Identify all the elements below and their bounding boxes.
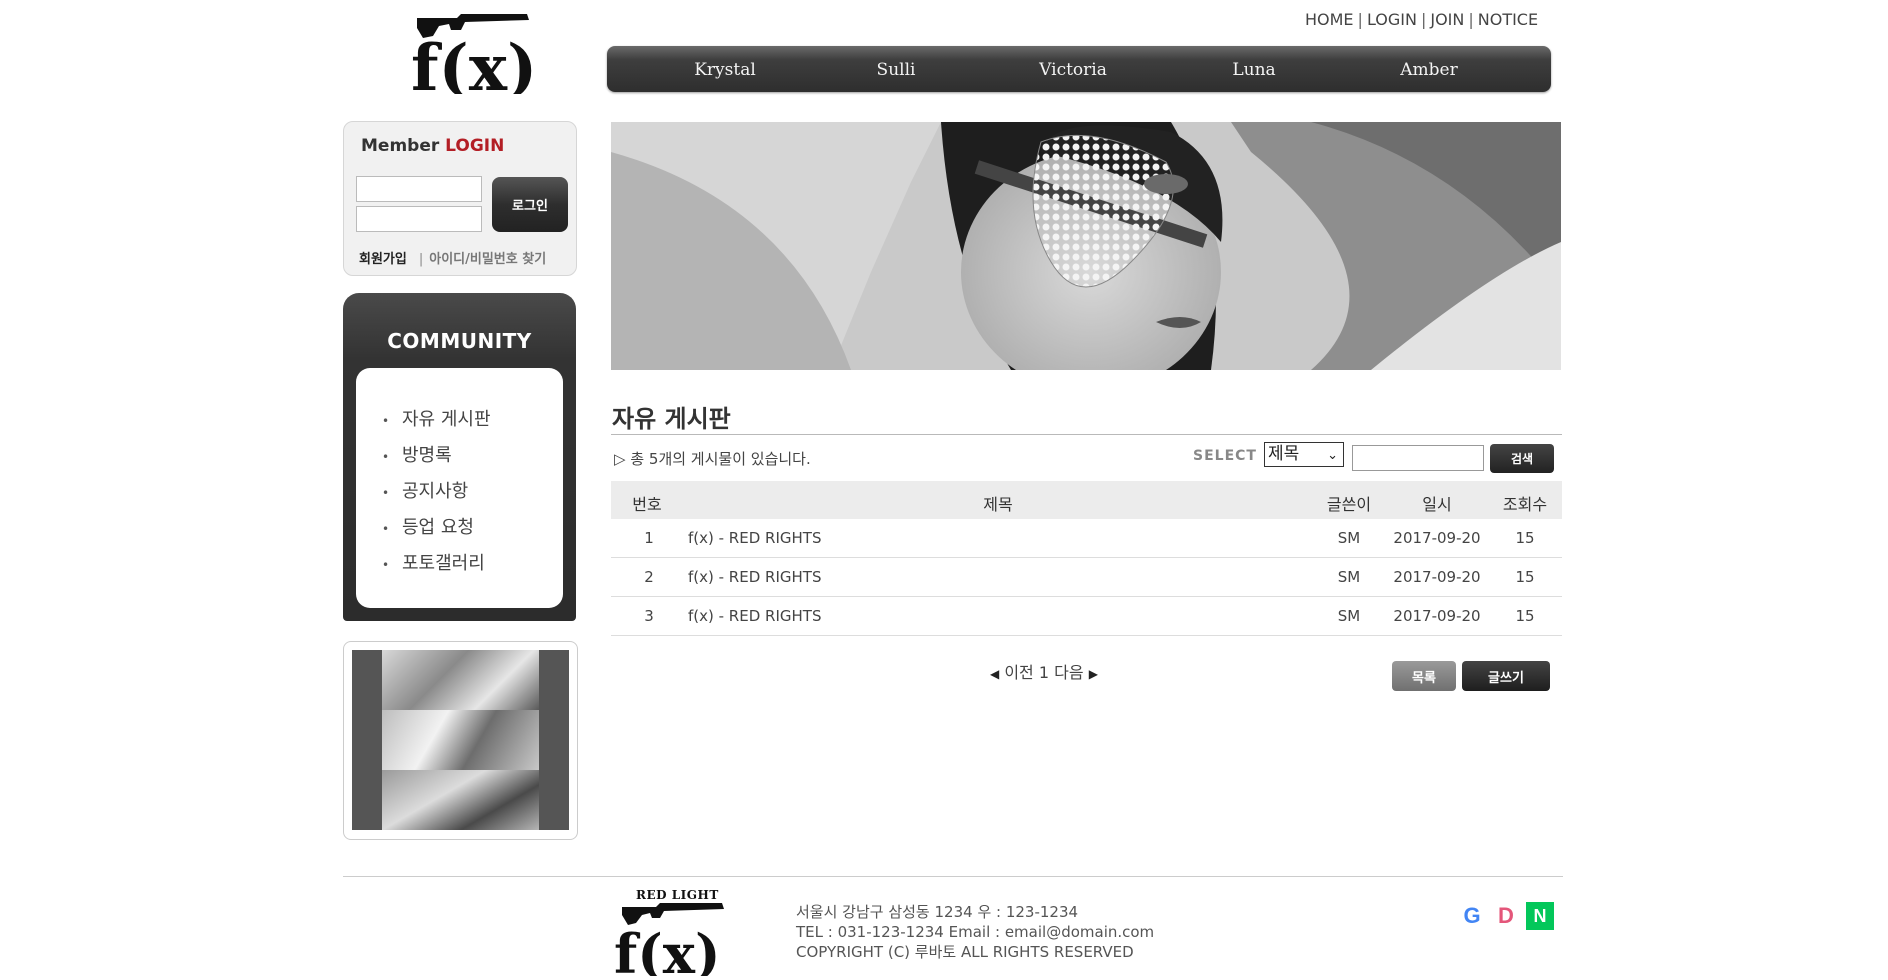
table-row[interactable]: 2 f(x) - RED RIGHTS SM 2017-09-20 15: [611, 558, 1562, 597]
login-title-accent: LOGIN: [445, 136, 505, 156]
row-views: 15: [1515, 568, 1535, 586]
table-row[interactable]: 1 f(x) - RED RIGHTS SM 2017-09-20 15: [611, 519, 1562, 558]
photo-strip-1: [382, 650, 539, 710]
col-header-views: 조회수: [1502, 495, 1548, 514]
join-link[interactable]: 회원가입: [359, 252, 407, 267]
site-logo[interactable]: f(x): [405, 8, 537, 106]
page-number-1[interactable]: 1: [1039, 663, 1049, 682]
member-login-box: Member LOGIN 로그인 회원가입 | 아이디/비밀번호 찾기: [343, 121, 577, 276]
daum-icon[interactable]: D: [1492, 902, 1520, 930]
utility-nav: HOME | LOGIN | JOIN | NOTICE: [1305, 10, 1539, 29]
next-arrow-icon[interactable]: ▶: [1089, 667, 1098, 681]
svg-text:f(x): f(x): [614, 922, 721, 976]
footer-address: 서울시 강남구 삼성동 1234 우 : 123-1234: [796, 903, 1079, 921]
community-panel: COMMUNITY • 자유 게시판 • 방명록 • 공지사항 • 등업 요청 • 포토갤…: [343, 293, 576, 621]
select-label: SELECT: [1193, 448, 1257, 464]
util-nav-notice[interactable]: NOTICE: [1478, 10, 1538, 29]
col-header-title: 제목: [983, 495, 1013, 514]
side-photo-banner[interactable]: [343, 641, 578, 840]
row-date: 2017-09-20: [1393, 529, 1481, 547]
row-date: 2017-09-20: [1393, 568, 1481, 586]
search-field-select[interactable]: 제목 ⌄: [1264, 442, 1344, 467]
nav-item-luna[interactable]: Luna: [1232, 60, 1275, 80]
svg-text:f(x): f(x): [411, 31, 535, 94]
nav-item-krystal[interactable]: Krystal: [694, 60, 756, 80]
footer-copyright: COPYRIGHT (C) 루바토 ALL RIGHTS RESERVED: [796, 943, 1134, 961]
bullet-icon: •: [382, 522, 390, 536]
login-title: Member LOGIN: [361, 136, 504, 156]
side-photo-frame: [352, 650, 569, 830]
col-header-date: 일시: [1422, 495, 1452, 514]
bullet-icon: •: [382, 414, 390, 428]
photo-strip-2: [382, 710, 539, 770]
post-count-text: ▷ 총 5개의 게시물이 있습니다.: [614, 450, 811, 468]
row-author: SM: [1337, 607, 1361, 625]
footer-contact: TEL : 031-123-1234 Email : email@domain.…: [796, 923, 1155, 941]
pagination: ◀ 이전 1 다음 ▶: [990, 659, 1098, 683]
write-button[interactable]: 글쓰기: [1462, 661, 1550, 691]
row-number: 2: [644, 568, 654, 586]
community-item-photo-gallery[interactable]: • 포토갤러리: [382, 546, 491, 582]
util-nav-join[interactable]: JOIN: [1430, 10, 1464, 29]
row-author: SM: [1337, 568, 1361, 586]
community-item-notice[interactable]: • 공지사항: [382, 474, 491, 510]
board-title: 자유 게시판: [612, 405, 731, 433]
community-item-level-request[interactable]: • 등업 요청: [382, 510, 491, 546]
list-button[interactable]: 목록: [1392, 661, 1456, 691]
row-author: SM: [1337, 529, 1361, 547]
naver-icon[interactable]: N: [1526, 902, 1554, 930]
footer-logo: RED LIGHT f(x): [612, 885, 732, 980]
community-menu: • 자유 게시판 • 방명록 • 공지사항 • 등업 요청 • 포토갤러리: [356, 368, 563, 608]
row-views: 15: [1515, 529, 1535, 547]
nav-item-victoria[interactable]: Victoria: [1039, 60, 1107, 80]
row-date: 2017-09-20: [1393, 607, 1481, 625]
bullet-icon: •: [382, 450, 390, 464]
util-nav-login[interactable]: LOGIN: [1367, 10, 1417, 29]
login-title-prefix: Member: [361, 136, 440, 156]
search-input[interactable]: [1352, 445, 1484, 471]
divider: [611, 434, 1562, 435]
password-input[interactable]: [356, 206, 482, 232]
google-icon[interactable]: G: [1458, 902, 1486, 930]
col-header-author: 글쓴이: [1326, 495, 1372, 514]
prev-page-link[interactable]: 이전: [1004, 663, 1033, 682]
col-header-number: 번호: [632, 495, 662, 514]
row-title[interactable]: f(x) - RED RIGHTS: [688, 607, 821, 625]
table-header: 번호 제목 글쓴이 일시 조회수: [611, 481, 1562, 519]
next-page-link[interactable]: 다음: [1054, 663, 1083, 682]
login-links: 회원가입 | 아이디/비밀번호 찾기: [359, 252, 547, 267]
svg-text:RED LIGHT: RED LIGHT: [636, 888, 719, 902]
community-item-free-board[interactable]: • 자유 게시판: [382, 402, 491, 438]
row-views: 15: [1515, 607, 1535, 625]
username-input[interactable]: [356, 176, 482, 202]
prev-arrow-icon[interactable]: ◀: [990, 667, 999, 681]
table-row[interactable]: 3 f(x) - RED RIGHTS SM 2017-09-20 15: [611, 597, 1562, 636]
find-account-link[interactable]: 아이디/비밀번호 찾기: [429, 252, 546, 267]
community-title: COMMUNITY: [387, 329, 532, 353]
bullet-icon: •: [382, 558, 390, 572]
row-number: 3: [644, 607, 654, 625]
main-nav: Krystal Sulli Victoria Luna Amber: [607, 46, 1551, 92]
nav-item-amber[interactable]: Amber: [1400, 60, 1457, 80]
triangle-right-icon: ▷: [614, 450, 626, 468]
community-item-guestbook[interactable]: • 방명록: [382, 438, 491, 474]
login-button[interactable]: 로그인: [492, 177, 568, 232]
search-button[interactable]: 검색: [1490, 444, 1554, 473]
footer-divider: [343, 876, 1563, 877]
util-nav-home[interactable]: HOME: [1305, 10, 1354, 29]
photo-strip-3: [382, 770, 539, 830]
chevron-down-icon: ⌄: [1327, 448, 1338, 463]
hero-banner-image: [611, 122, 1561, 370]
row-title[interactable]: f(x) - RED RIGHTS: [688, 529, 821, 547]
footer-info: 서울시 강남구 삼성동 1234 우 : 123-1234 TEL : 031-…: [796, 902, 1154, 962]
row-title[interactable]: f(x) - RED RIGHTS: [688, 568, 821, 586]
row-number: 1: [644, 529, 654, 547]
bullet-icon: •: [382, 486, 390, 500]
nav-item-sulli[interactable]: Sulli: [877, 60, 916, 80]
